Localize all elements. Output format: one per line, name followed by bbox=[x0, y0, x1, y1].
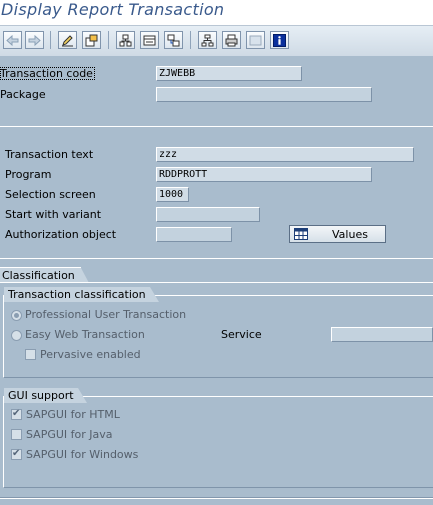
checkmark-icon: ✔ bbox=[12, 408, 21, 419]
navigation-icon[interactable] bbox=[164, 31, 183, 49]
professional-label: Professional User Transaction bbox=[25, 308, 187, 321]
divider bbox=[0, 282, 433, 283]
values-button-label: Values bbox=[332, 228, 368, 241]
where-used-icon[interactable] bbox=[140, 31, 159, 49]
selection-screen-label: Selection screen bbox=[5, 188, 96, 201]
header-panel: Transaction code ZJWEBB Package bbox=[0, 56, 433, 126]
sapgui-windows-checkbox[interactable]: ✔ bbox=[11, 448, 22, 460]
program-field[interactable]: RDDPROTT bbox=[156, 167, 372, 182]
package-field[interactable] bbox=[156, 87, 372, 102]
info-icon[interactable] bbox=[270, 31, 289, 49]
hierarchy-icon[interactable] bbox=[116, 31, 135, 49]
divider bbox=[0, 498, 433, 499]
sapgui-java-checkbox[interactable] bbox=[11, 429, 22, 440]
program-value: RDDPROTT bbox=[159, 169, 208, 180]
window-title: Display Report Transaction bbox=[1, 0, 225, 19]
other-object-icon[interactable] bbox=[82, 31, 101, 49]
transaction-classification-title: Transaction classification bbox=[4, 287, 159, 302]
authorization-object-field[interactable] bbox=[156, 227, 232, 242]
easy-web-radio[interactable] bbox=[11, 330, 22, 341]
program-label: Program bbox=[5, 168, 52, 181]
selection-screen-field[interactable]: 1000 bbox=[156, 187, 189, 202]
start-variant-label: Start with variant bbox=[5, 208, 102, 221]
table-icon bbox=[294, 228, 308, 243]
transaction-code-field[interactable]: ZJWEBB bbox=[156, 66, 302, 81]
toolbar-separator bbox=[108, 31, 109, 49]
tree-structure-icon[interactable] bbox=[198, 31, 217, 49]
back-arrow-icon[interactable] bbox=[3, 31, 22, 49]
professional-radio[interactable] bbox=[11, 310, 22, 321]
sapgui-java-label: SAPGUI for Java bbox=[26, 428, 113, 441]
toolbar-separator bbox=[190, 31, 191, 49]
toolbar-separator bbox=[50, 31, 51, 49]
selection-screen-value: 1000 bbox=[159, 189, 184, 200]
service-field[interactable] bbox=[331, 327, 433, 342]
sapgui-windows-label: SAPGUI for Windows bbox=[26, 448, 139, 461]
transaction-text-label: Transaction text bbox=[5, 148, 94, 161]
authorization-object-label: Authorization object bbox=[5, 228, 117, 241]
layout-icon[interactable] bbox=[246, 31, 265, 49]
gui-support-title: GUI support bbox=[4, 388, 87, 403]
easy-web-label: Easy Web Transaction bbox=[25, 328, 145, 341]
checkmark-icon: ✔ bbox=[12, 448, 21, 459]
pervasive-label: Pervasive enabled bbox=[40, 348, 141, 361]
details-panel: Transaction text zzz Program RDDPROTT Se… bbox=[0, 127, 433, 258]
sapgui-html-checkbox[interactable]: ✔ bbox=[11, 408, 22, 420]
print-icon[interactable] bbox=[222, 31, 241, 49]
transaction-code-value: ZJWEBB bbox=[159, 68, 196, 79]
transaction-text-value: zzz bbox=[159, 149, 178, 160]
pervasive-checkbox[interactable] bbox=[25, 349, 36, 360]
transaction-text-field[interactable]: zzz bbox=[156, 147, 414, 162]
values-button[interactable]: Values bbox=[289, 225, 386, 243]
sapgui-html-label: SAPGUI for HTML bbox=[26, 408, 120, 421]
transaction-code-label: Transaction code bbox=[0, 67, 95, 80]
forward-arrow-icon[interactable] bbox=[25, 31, 44, 49]
classification-panel: Classification Transaction classificatio… bbox=[0, 259, 433, 505]
package-label: Package bbox=[0, 88, 46, 101]
start-variant-field[interactable] bbox=[156, 207, 260, 222]
title-bar: Display Report Transaction bbox=[0, 0, 433, 25]
classification-tab[interactable]: Classification bbox=[0, 267, 89, 283]
display-change-pencil-icon[interactable] bbox=[58, 31, 77, 49]
service-label: Service bbox=[221, 328, 262, 341]
application-toolbar bbox=[0, 25, 433, 57]
